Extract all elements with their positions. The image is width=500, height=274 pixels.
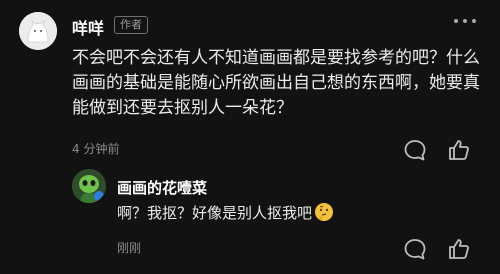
reply-timestamp: 刚刚 xyxy=(117,241,142,255)
reply-author-name[interactable]: 画画的花噎菜 xyxy=(117,177,207,198)
reply-like-icon[interactable] xyxy=(446,236,472,262)
author-name[interactable]: 咩咩 xyxy=(72,15,104,39)
alien-avatar-icon xyxy=(72,169,106,203)
author-badge: 作者 xyxy=(114,16,148,34)
more-icon[interactable] xyxy=(454,19,476,23)
comment-timestamp: 4 分钟前 xyxy=(72,142,120,156)
thinking-face-icon xyxy=(315,203,334,221)
author-avatar[interactable] xyxy=(19,12,57,50)
cat-avatar-icon xyxy=(19,12,57,50)
reply-text: 啊？我抠？好像是别人抠我吧 xyxy=(117,202,334,224)
reply-text-content: 啊？我抠？好像是别人抠我吧 xyxy=(117,204,313,222)
like-icon[interactable] xyxy=(446,137,472,163)
comment-icon[interactable] xyxy=(402,137,428,163)
reply-avatar[interactable] xyxy=(72,169,106,203)
reply-comment-icon[interactable] xyxy=(402,236,428,262)
comment-text: 不会吧不会还有人不知道画画都是要找参考的吧？什么画画的基础是能随心所欲画出自己想… xyxy=(72,48,480,118)
